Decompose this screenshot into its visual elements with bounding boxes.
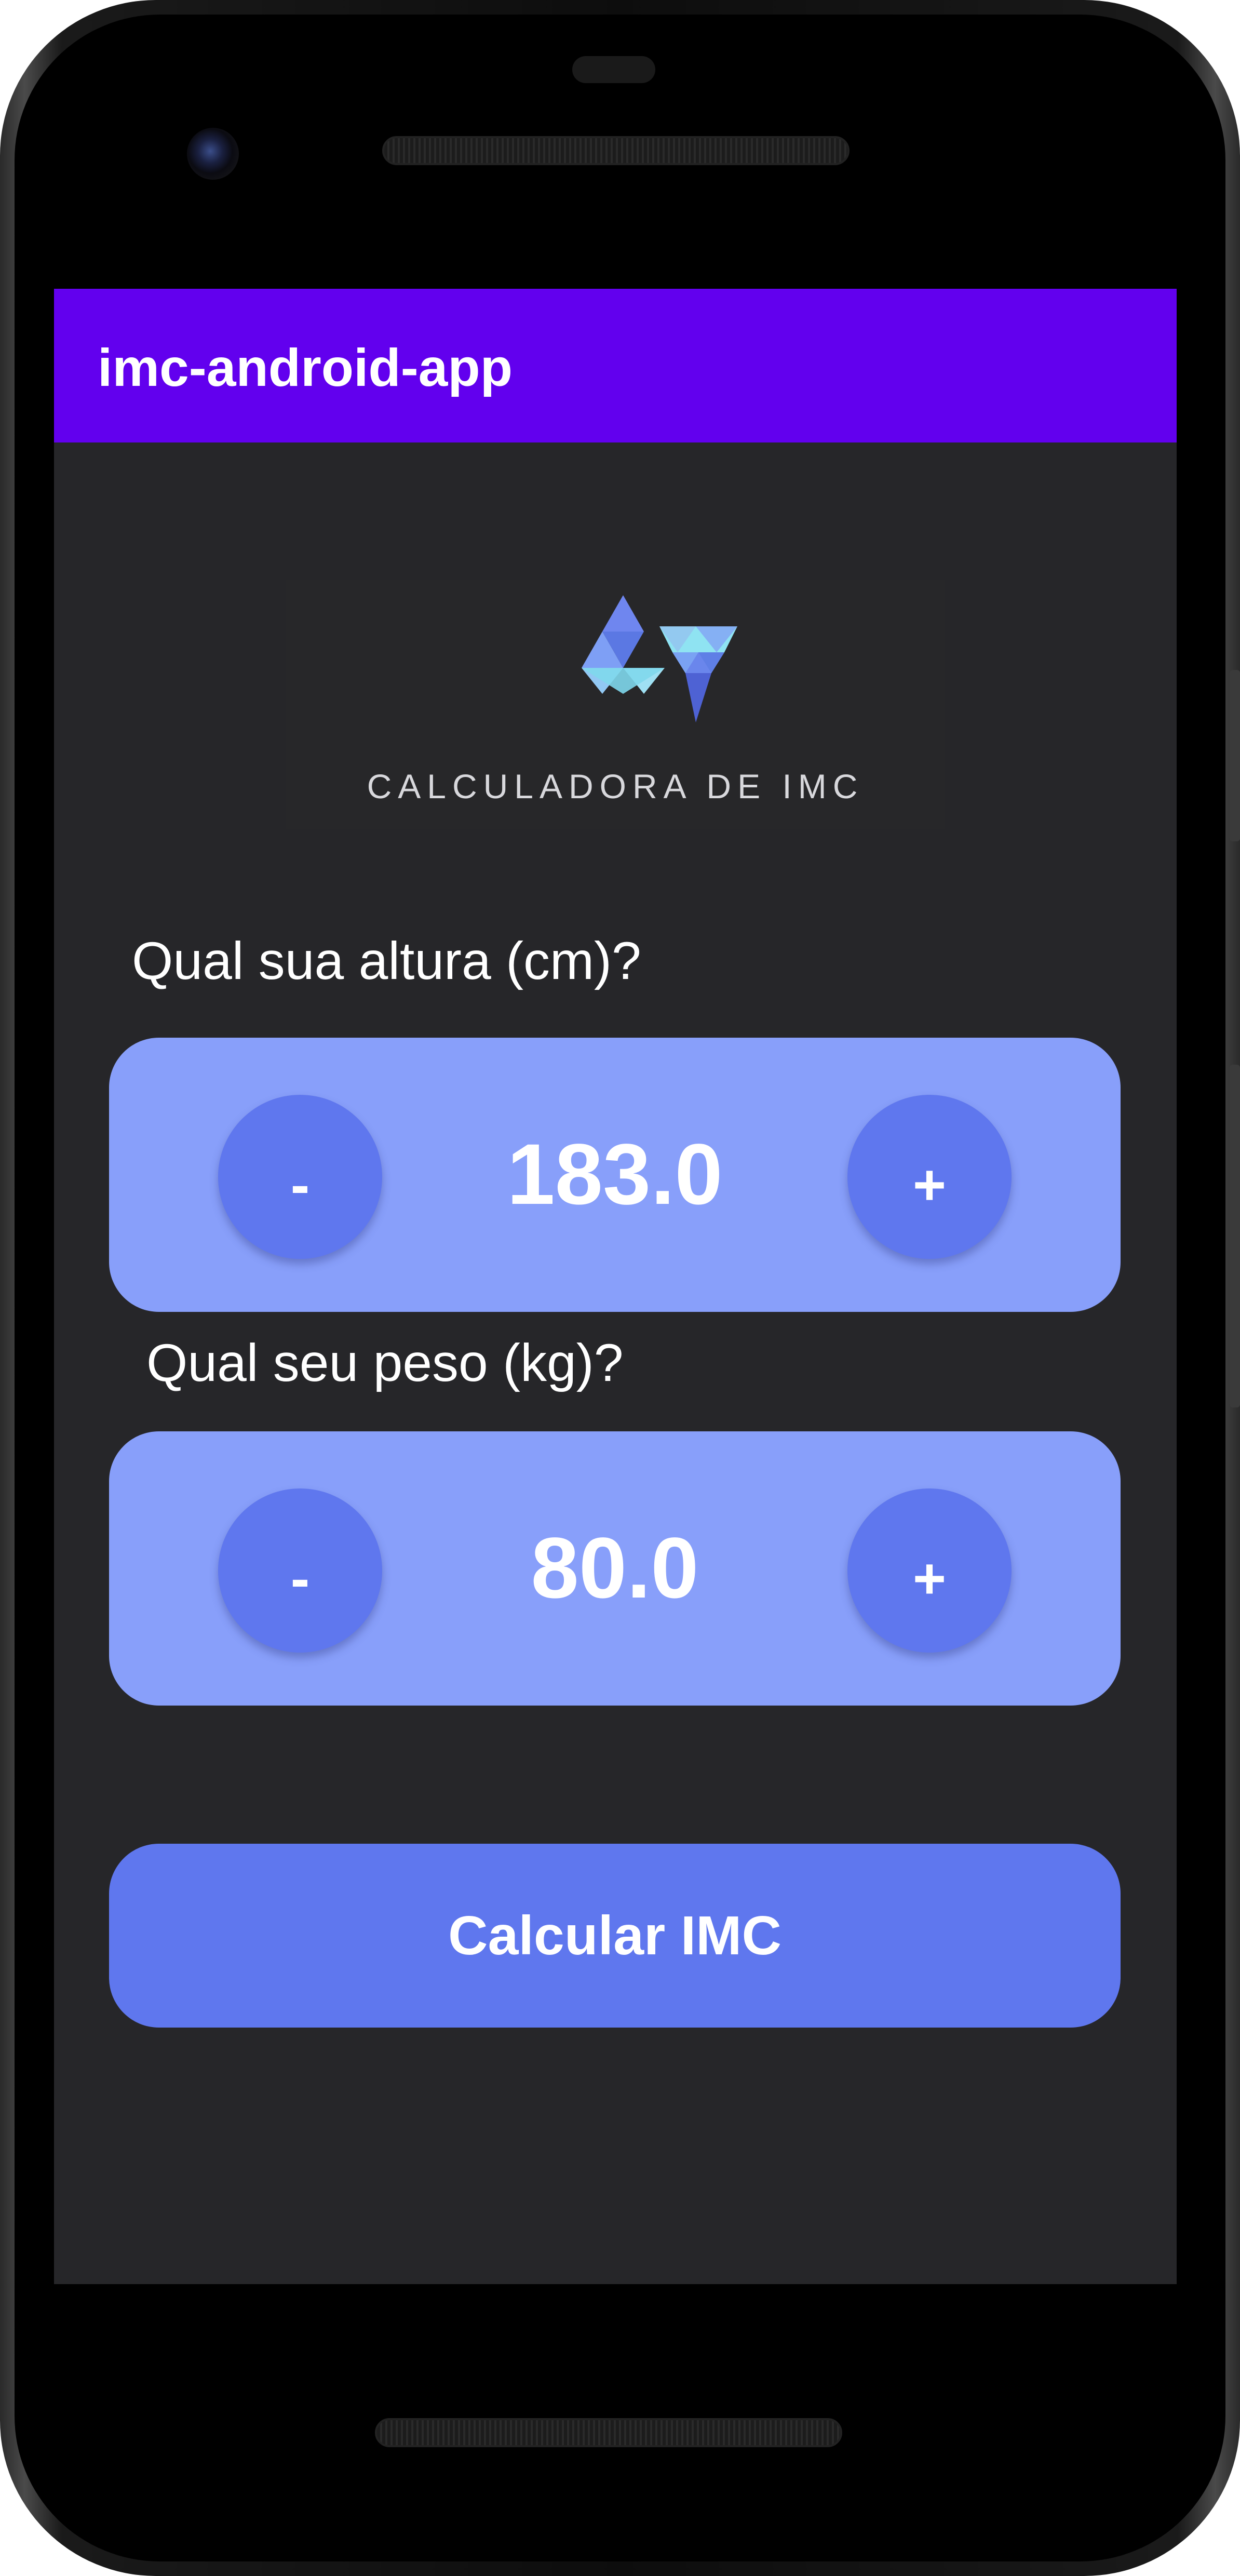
phone-frame: imc-android-app CALCULADORA DE IMC Qual …: [0, 0, 1240, 2576]
weight-stepper: 80.0 - +: [109, 1431, 1121, 1706]
triangles-logo-icon: [582, 595, 737, 722]
height-stepper: 183.0 - +: [109, 1038, 1121, 1312]
earpiece-speaker: [382, 136, 850, 165]
weight-increment-button[interactable]: +: [847, 1488, 1012, 1653]
height-increment-button[interactable]: +: [847, 1095, 1012, 1259]
volume-button: [1230, 1065, 1240, 1407]
weight-question-label: Qual seu peso (kg)?: [146, 1333, 624, 1392]
logo-text: CALCULADORA DE IMC: [367, 767, 864, 806]
weight-decrement-button[interactable]: -: [218, 1488, 382, 1653]
power-button: [1230, 670, 1240, 841]
app-title: imc-android-app: [98, 338, 513, 397]
top-sensor: [572, 56, 655, 83]
app-bar: imc-android-app: [54, 289, 1177, 442]
height-decrement-button[interactable]: -: [218, 1095, 382, 1259]
app-screen: imc-android-app CALCULADORA DE IMC Qual …: [54, 289, 1177, 2284]
calculate-imc-button[interactable]: Calcular IMC: [109, 1844, 1121, 2028]
height-question-label: Qual sua altura (cm)?: [132, 931, 641, 990]
front-camera-icon: [187, 128, 239, 180]
bottom-speaker: [375, 2418, 842, 2447]
